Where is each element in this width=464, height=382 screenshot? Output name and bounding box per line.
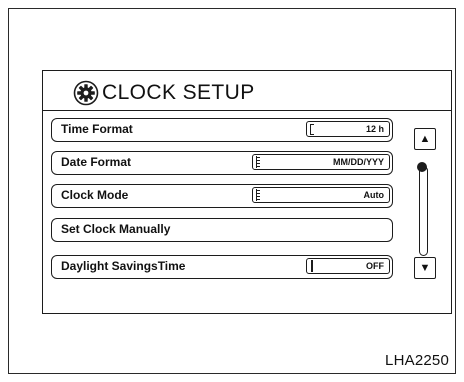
menu-item-label: Date Format xyxy=(61,155,132,169)
figure-frame: CLOCK SETUP Time Format 12 h Date Format… xyxy=(8,8,456,374)
menu-item-date-format[interactable]: Date Format MM/DD/YYY xyxy=(51,151,393,175)
clock-mode-value-box: Auto xyxy=(252,187,390,203)
menu-item-label: Clock Mode xyxy=(61,188,129,202)
bracket-indicator-icon xyxy=(310,124,314,135)
menu-item-label: Daylight SavingsTime xyxy=(61,259,186,273)
date-format-value: MM/DD/YYY xyxy=(332,157,384,167)
menu-item-time-format[interactable]: Time Format 12 h xyxy=(51,118,393,142)
figure-code: LHA2250 xyxy=(385,352,449,369)
menu-item-label: Time Format xyxy=(61,122,133,136)
gear-icon xyxy=(73,80,99,106)
scrollbar-track[interactable] xyxy=(416,162,428,256)
header-divider xyxy=(43,110,451,111)
menu-item-label: Set Clock Manually xyxy=(61,222,171,236)
menu-item-clock-mode[interactable]: Clock Mode Auto xyxy=(51,184,393,208)
clock-mode-value: Auto xyxy=(363,190,385,200)
bar-indicator-icon xyxy=(311,260,313,272)
menu-item-set-clock-manually[interactable]: Set Clock Manually xyxy=(51,218,393,242)
daylight-savings-value-box: OFF xyxy=(306,258,390,274)
ticks-indicator-icon xyxy=(256,156,260,168)
scroll-up-button[interactable]: ▲ xyxy=(414,128,436,150)
time-format-value: 12 h xyxy=(365,124,384,134)
screen-header: CLOCK SETUP xyxy=(73,79,255,107)
down-arrow-icon: ▼ xyxy=(419,261,431,274)
menu-item-daylight-savings-time[interactable]: Daylight SavingsTime OFF xyxy=(51,255,393,279)
clock-setup-screen: CLOCK SETUP Time Format 12 h Date Format… xyxy=(42,70,452,314)
time-format-value-box: 12 h xyxy=(306,121,390,137)
scroll-down-button[interactable]: ▼ xyxy=(414,257,436,279)
ticks-indicator-icon xyxy=(256,189,260,201)
scrollbar-thumb[interactable] xyxy=(416,162,427,172)
page-title: CLOCK SETUP xyxy=(102,81,255,104)
daylight-savings-value: OFF xyxy=(366,261,384,271)
up-arrow-icon: ▲ xyxy=(419,132,431,145)
date-format-value-box: MM/DD/YYY xyxy=(252,154,390,170)
